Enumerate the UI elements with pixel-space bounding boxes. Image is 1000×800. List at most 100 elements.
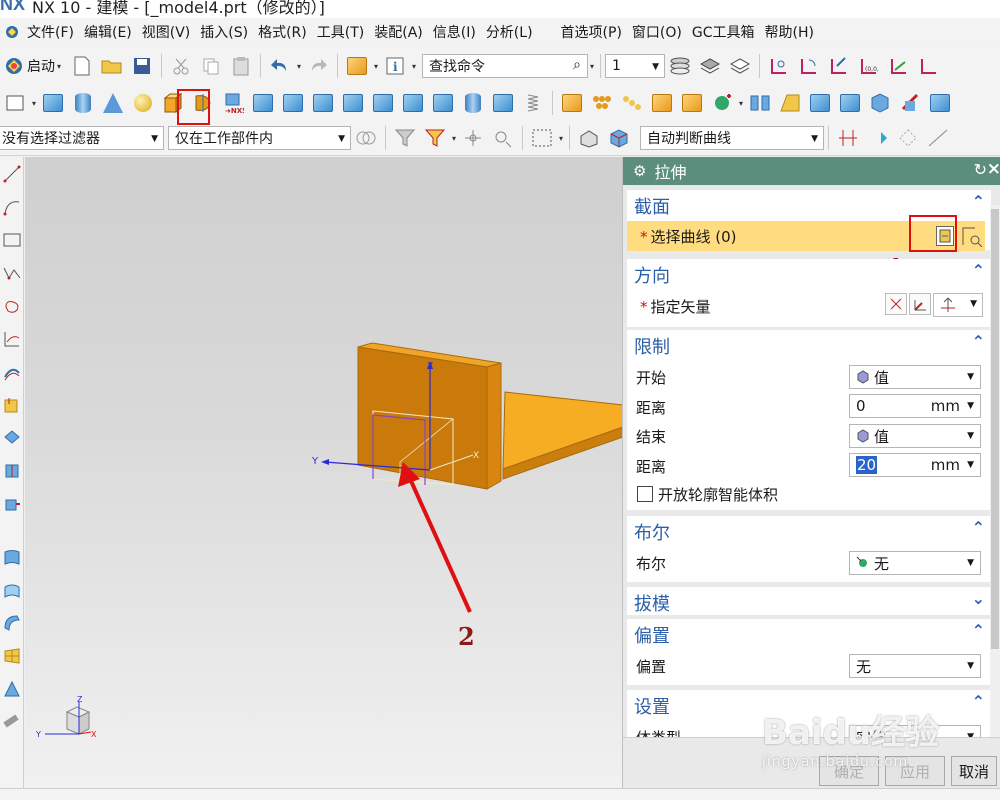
unite-icon[interactable] xyxy=(560,91,584,115)
settings-title[interactable]: 设置 xyxy=(634,693,670,719)
cylinder-icon[interactable] xyxy=(71,91,95,115)
menu-view[interactable]: 视图(V) xyxy=(137,22,196,42)
assembly-filter-icon[interactable] xyxy=(354,126,378,150)
start-type-select[interactable]: 值 ▼ xyxy=(849,365,981,389)
body-type-select[interactable]: 实体 ▼ xyxy=(849,725,981,737)
menu-insert[interactable]: 插入(S) xyxy=(195,22,253,42)
edge-blend-icon[interactable] xyxy=(808,91,832,115)
open-folder-icon[interactable] xyxy=(100,54,124,78)
stop-at-intersection-icon[interactable] xyxy=(836,126,860,150)
filter-icon[interactable] xyxy=(393,126,417,150)
mesh-surface-icon[interactable] xyxy=(0,639,24,672)
cut-icon[interactable] xyxy=(169,54,193,78)
wcs-set-icon[interactable]: (0,0,0) xyxy=(857,54,881,78)
through-curves-icon[interactable] xyxy=(0,573,24,606)
reset-icon[interactable]: ↻ xyxy=(974,160,987,179)
rectangle-select-icon[interactable] xyxy=(530,126,554,150)
move-to-layer-icon[interactable] xyxy=(698,54,722,78)
section-curve-icon[interactable] xyxy=(0,454,24,487)
section-title[interactable]: 截面 xyxy=(634,193,670,219)
face-select-icon[interactable] xyxy=(577,126,601,150)
polyline-tool-icon[interactable] xyxy=(0,256,24,289)
offset-title[interactable]: 偏置 xyxy=(634,622,670,648)
menu-information[interactable]: 信息(I) xyxy=(428,22,481,42)
snap-point-icon[interactable] xyxy=(461,126,485,150)
swept-icon[interactable] xyxy=(0,606,24,639)
boolean-select[interactable]: 无 ▼ xyxy=(849,551,981,575)
wcs-rotate-icon[interactable] xyxy=(827,54,851,78)
reverse-direction-icon[interactable] xyxy=(885,293,907,315)
snap-filter-icon[interactable] xyxy=(423,126,447,150)
new-file-icon[interactable] xyxy=(70,54,94,78)
mirror-icon[interactable] xyxy=(748,91,772,115)
sketch-section-icon[interactable] xyxy=(961,225,983,251)
n-sided-surface-icon[interactable] xyxy=(0,672,24,705)
start-unit[interactable]: mm xyxy=(931,397,960,415)
snap-arc-center-icon[interactable] xyxy=(491,126,515,150)
paste-icon[interactable] xyxy=(229,54,253,78)
split-body-icon[interactable] xyxy=(928,91,952,115)
extract-curve-icon[interactable] xyxy=(0,487,24,520)
curve-rule-select[interactable]: 自动判断曲线 ▼ xyxy=(640,126,824,150)
pad-icon[interactable] xyxy=(341,91,365,115)
sphere-icon[interactable] xyxy=(131,91,155,115)
boolean-title[interactable]: 布尔 xyxy=(634,519,670,545)
studio-spline-icon[interactable] xyxy=(0,289,24,322)
pattern-feature-icon[interactable] xyxy=(590,91,614,115)
draft-title[interactable]: 拔模 xyxy=(634,590,670,616)
start-button[interactable]: 启动 ▾ xyxy=(0,56,67,76)
pocket-icon[interactable] xyxy=(311,91,335,115)
hole-icon[interactable] xyxy=(251,91,275,115)
end-distance-input[interactable]: 20 mm ▼ xyxy=(849,453,981,477)
curve-on-surface-icon[interactable] xyxy=(0,322,24,355)
shell-icon[interactable] xyxy=(868,91,892,115)
wcs-axis-icon[interactable] xyxy=(917,54,941,78)
menu-help[interactable]: 帮助(H) xyxy=(760,22,819,42)
wcs-orient-icon[interactable] xyxy=(887,54,911,78)
selection-scope-select[interactable]: 仅在工作部件内 ▼ xyxy=(168,126,351,150)
section-collapse-icon[interactable]: ⌃ xyxy=(972,192,985,211)
feature-curves-icon[interactable] xyxy=(896,126,920,150)
search-icon[interactable]: ⌕ xyxy=(573,57,581,73)
rectangle-sketch-icon[interactable] xyxy=(3,91,27,115)
rectangle-tool-icon[interactable] xyxy=(0,223,24,256)
datum-point-icon[interactable] xyxy=(710,91,734,115)
follow-fillet-icon[interactable] xyxy=(866,126,890,150)
face-icon[interactable] xyxy=(491,91,515,115)
save-icon[interactable] xyxy=(130,54,154,78)
start-distance-input[interactable]: 0 mm ▼ xyxy=(849,394,981,418)
menu-window[interactable]: 窗口(O) xyxy=(627,22,687,42)
block-icon[interactable] xyxy=(41,91,65,115)
scrollbar-thumb[interactable] xyxy=(991,209,999,649)
trim-body-icon[interactable] xyxy=(898,91,922,115)
undo-icon[interactable] xyxy=(268,54,292,78)
line-icon[interactable] xyxy=(926,126,950,150)
menu-file[interactable]: 文件(F) xyxy=(22,22,79,42)
vector-type-select[interactable]: ▼ xyxy=(933,293,983,317)
wcs-dynamic-icon[interactable] xyxy=(767,54,791,78)
menu-format[interactable]: 格式(R) xyxy=(253,22,312,42)
tube-icon[interactable] xyxy=(0,705,24,738)
intersection-curve-icon[interactable] xyxy=(0,421,24,454)
menu-preferences[interactable]: 首选项(P) xyxy=(556,22,627,42)
limits-title[interactable]: 限制 xyxy=(634,333,670,359)
wcs-origin-icon[interactable] xyxy=(797,54,821,78)
boss-icon[interactable] xyxy=(281,91,305,115)
direction-title[interactable]: 方向 xyxy=(634,262,670,288)
menu-gc-toolbox[interactable]: GC工具箱 xyxy=(687,22,760,42)
layer-settings-icon[interactable] xyxy=(668,54,692,78)
graphics-window[interactable]: Z Y X Z Y X 2 xyxy=(25,157,622,800)
draft-icon[interactable] xyxy=(778,91,802,115)
command-search-input[interactable]: 查找命令 ⌕ xyxy=(422,54,588,78)
cancel-button[interactable]: 取消 xyxy=(951,756,997,786)
spring-icon[interactable] xyxy=(521,91,545,115)
arc-tool-icon[interactable] xyxy=(0,190,24,223)
dialog-scrollbar[interactable] xyxy=(990,205,1000,737)
copy-to-layer-icon[interactable] xyxy=(728,54,752,78)
open-profile-checkbox[interactable] xyxy=(637,486,653,502)
groove-icon[interactable] xyxy=(401,91,425,115)
subtract-icon[interactable] xyxy=(650,91,674,115)
intersect-icon[interactable] xyxy=(680,91,704,115)
gear-icon[interactable]: ⚙ xyxy=(633,162,646,180)
apply-button[interactable]: 应用 xyxy=(885,756,945,786)
